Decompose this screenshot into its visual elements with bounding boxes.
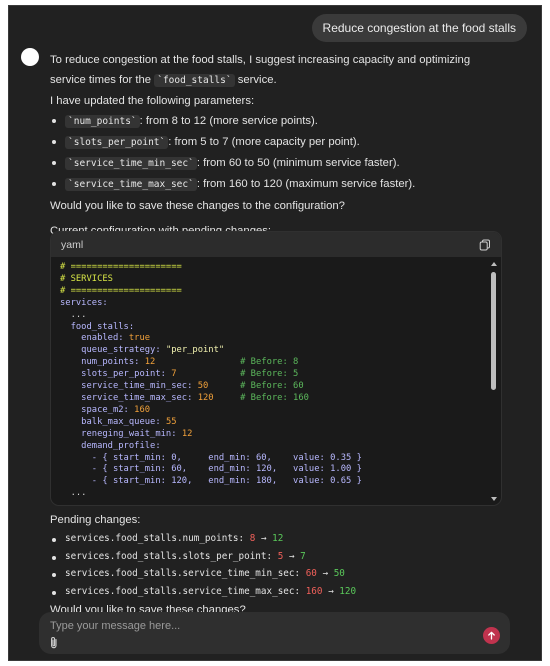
code-key: balk_max_queue: [60,416,166,427]
code-pad [214,393,240,403]
list-item: `num_points`: from 8 to 12 (more service… [50,111,517,132]
code-language: yaml [61,238,84,251]
code-value: 55 [165,416,177,427]
list-item: `service_time_max_sec`: from 160 to 120 … [50,174,517,195]
code-comment: # Before: 160 [240,392,309,403]
old-value: 160 [305,585,323,597]
code-pad [155,357,240,367]
code-line: # ===================== [60,285,182,296]
list-item: services.food_stalls.slots_per_point: 5 … [50,548,517,566]
list-item: services.food_stalls.service_time_max_se… [50,583,517,601]
pending-changes-section: Pending changes: services.food_stalls.nu… [50,512,517,618]
param-text: : from 8 to 12 (more service points). [139,115,318,127]
arrow: → [255,533,273,544]
pending-list: services.food_stalls.num_points: 8 → 12 … [50,530,517,600]
code-value: "per_point" [165,345,225,356]
chat-window: Reduce congestion at the food stalls To … [8,5,542,661]
param-text: : from 5 to 7 (more capacity per point). [168,136,360,148]
code-pad [208,381,240,391]
new-value: 50 [333,568,345,579]
code-value: 12 [181,428,193,439]
param-text: : from 160 to 120 (maximum service faste… [196,178,416,190]
code-key: slots_per_point: [60,369,172,380]
code-line: # SERVICES [60,273,113,284]
param-code: `service_time_max_sec` [65,178,197,191]
question-save-config: Would you like to save these changes to … [50,200,345,212]
code-value: 12 [144,357,156,368]
intro-line-1: To reduce congestion at the food stalls,… [50,54,471,66]
code-line: food_stalls: [60,321,135,332]
code-line: - { start_min: 120, end_min: 180, value:… [60,476,362,487]
assistant-avatar [21,48,39,66]
scroll-down-arrow-icon[interactable] [491,497,497,501]
param-code: `slots_per_point` [65,136,169,149]
scroll-up-arrow-icon[interactable] [491,262,497,266]
code-content: # ===================== # SERVICES # ===… [60,262,485,500]
code-value: 50 [197,381,209,392]
code-key: service_time_min_sec: [60,381,198,392]
code-pad [177,369,241,379]
code-key: demand_profile: [60,440,161,451]
list-item: services.food_stalls.service_time_min_se… [50,565,517,583]
code-comment: # Before: 8 [240,357,299,368]
code-value: 160 [134,404,151,415]
arrow: → [283,550,301,562]
code-line: ... [60,488,87,499]
code-key: num_points: [60,357,145,368]
pending-path: services.food_stalls.num_points: [65,533,250,544]
code-block: yaml # ===================== # SERVICES … [50,231,502,506]
list-item: `slots_per_point`: from 5 to 7 (more cap… [50,132,517,153]
new-value: 120 [339,585,357,597]
param-list: `num_points`: from 8 to 12 (more service… [50,111,517,195]
code-block-header: yaml [51,232,501,257]
code-line: # ===================== [60,262,182,272]
code-line: - { start_min: 0, end_min: 60, value: 0.… [60,452,362,463]
new-value: 7 [300,550,306,562]
code-line: ... [60,309,87,320]
new-value: 12 [272,533,284,544]
param-code: `service_time_min_sec` [65,157,197,170]
code-key: reneging_wait_min: [60,428,182,439]
message-composer [39,612,510,654]
intro-text: service times for the [50,74,152,86]
old-value: 60 [305,568,317,579]
code-comment: # Before: 60 [240,381,304,392]
scrollbar-thumb[interactable] [491,272,496,390]
assistant-message: To reduce congestion at the food stalls,… [50,50,517,241]
arrow-up-icon [487,627,496,645]
paperclip-icon[interactable] [48,636,60,650]
list-item: `service_time_min_sec`: from 60 to 50 (m… [50,153,517,174]
arrow: → [316,568,334,579]
code-key: queue_strategy: [60,345,166,356]
copy-icon[interactable] [479,239,491,251]
user-message-bubble: Reduce congestion at the food stalls [311,14,527,42]
pending-heading: Pending changes: [50,514,141,526]
intro-line-2: service times for the `food_stalls` serv… [50,70,517,91]
param-text: : from 60 to 50 (minimum service faster)… [196,157,400,169]
send-button[interactable] [483,627,500,644]
code-key: space_m2: [60,404,135,415]
code-line: - { start_min: 60, end_min: 120, value: … [60,464,362,475]
code-comment: # Before: 5 [240,369,299,380]
arrow: → [322,585,340,597]
param-code: `num_points` [65,115,140,128]
code-line: services: [60,297,108,308]
pending-path: services.food_stalls.service_time_max_se… [65,585,306,597]
code-value: 120 [197,392,214,403]
message-input[interactable] [50,618,470,634]
code-key: enabled: [60,333,129,344]
code-value: true [128,333,151,344]
updated-heading: I have updated the following parameters: [50,95,255,107]
list-item: services.food_stalls.num_points: 8 → 12 [50,530,517,548]
code-key: service_time_max_sec: [60,392,198,403]
pending-path: services.food_stalls.slots_per_point: [65,550,278,562]
code-scrollbar[interactable] [490,259,498,503]
inline-code: `food_stalls` [154,74,235,87]
pending-path: services.food_stalls.service_time_min_se… [65,568,306,579]
intro-text: service. [237,74,277,86]
